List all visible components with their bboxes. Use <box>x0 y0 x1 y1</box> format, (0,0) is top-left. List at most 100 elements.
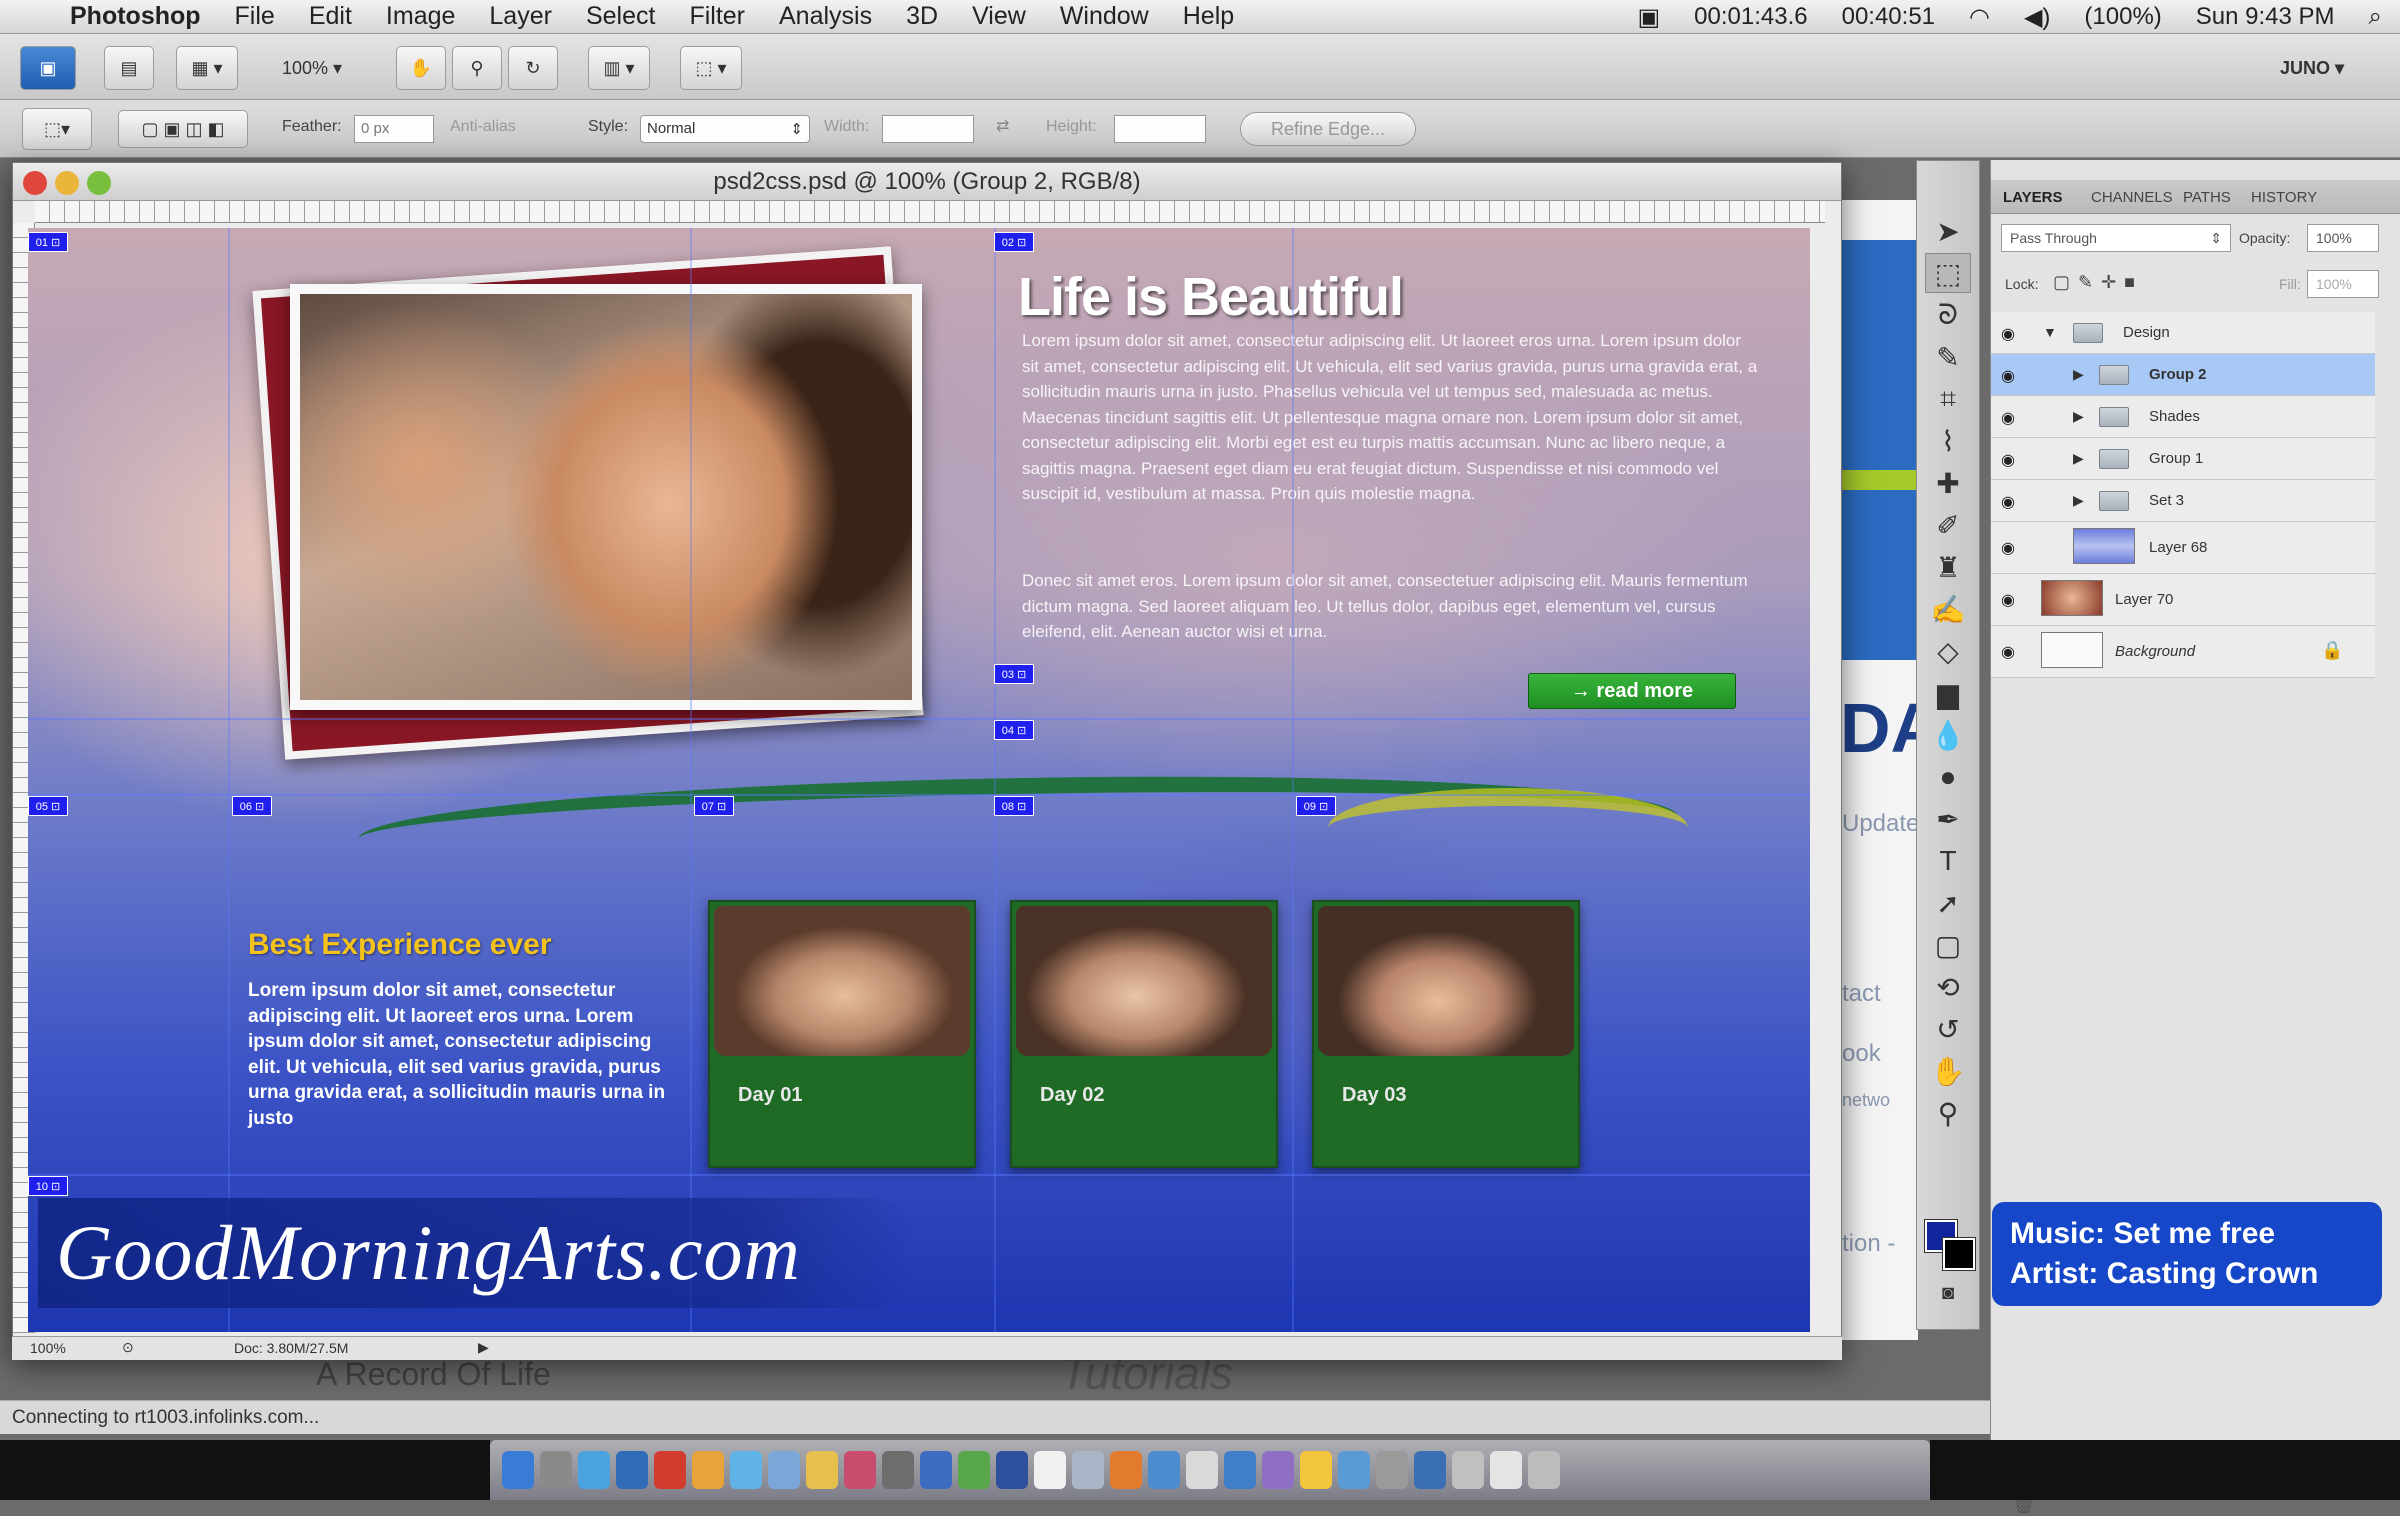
eraser-tool-icon[interactable]: ◇ <box>1925 631 1971 671</box>
slice-badge[interactable]: 09 ⊡ <box>1296 796 1336 816</box>
clone-stamp-tool-icon[interactable]: ♜ <box>1925 547 1971 587</box>
menu-analysis[interactable]: Analysis <box>779 2 872 31</box>
layer-row[interactable]: ◉ ▶ Group 2 <box>1991 354 2375 396</box>
width-input[interactable] <box>882 115 974 143</box>
slice-badge[interactable]: 04 ⊡ <box>994 720 1034 740</box>
dock-finder-icon[interactable] <box>502 1451 534 1489</box>
visibility-eye-icon[interactable]: ◉ <box>2001 590 2015 610</box>
layer-row[interactable]: ◉ Layer 70 <box>1991 574 2375 626</box>
dock-app-icon[interactable] <box>844 1451 876 1489</box>
dock-app-icon[interactable] <box>654 1451 686 1489</box>
menu-filter[interactable]: Filter <box>689 2 745 31</box>
dock-app-icon[interactable] <box>1414 1451 1446 1489</box>
layer-row[interactable]: ◉ Layer 68 <box>1991 522 2375 574</box>
bridge-icon[interactable]: ▤ <box>104 46 154 90</box>
wifi-icon[interactable]: ◠ <box>1969 3 1990 32</box>
spotlight-search-icon[interactable]: ⌕ <box>2369 3 2382 31</box>
workspace-switcher[interactable]: JUNO ▾ <box>2262 46 2362 90</box>
dock-system-prefs-icon[interactable] <box>540 1451 572 1489</box>
day-card[interactable]: Day 01 <box>708 900 976 1168</box>
dock-app-icon[interactable] <box>1224 1451 1256 1489</box>
tab-paths[interactable]: PATHS <box>2183 189 2231 206</box>
menu-window[interactable]: Window <box>1060 2 1149 31</box>
canvas[interactable]: Life is Beautiful Lorem ipsum dolor sit … <box>28 228 1810 1332</box>
3d-orbit-tool-icon[interactable]: ↺ <box>1925 1009 1971 1049</box>
menu-select[interactable]: Select <box>586 2 655 31</box>
zoom-tool-icon[interactable]: ⚲ <box>452 46 502 90</box>
expand-arrow-icon[interactable]: ▶ <box>2073 408 2084 425</box>
clock[interactable]: Sun 9:43 PM <box>2196 3 2335 31</box>
refine-edge-button[interactable]: Refine Edge... <box>1240 112 1416 146</box>
marquee-tool-icon[interactable]: ⬚ <box>1925 253 1971 293</box>
minimize-window-icon[interactable] <box>55 171 79 195</box>
status-info-icon[interactable]: ⊙ <box>122 1339 134 1356</box>
slice-badge[interactable]: 10 ⊡ <box>28 1176 68 1196</box>
swap-icon[interactable]: ⇄ <box>996 116 1009 136</box>
move-tool-icon[interactable]: ➤ <box>1925 211 1971 251</box>
expand-arrow-icon[interactable]: ▶ <box>2073 366 2084 383</box>
visibility-eye-icon[interactable]: ◉ <box>2001 450 2015 470</box>
marquee-tool-preset-icon[interactable]: ⬚▾ <box>22 108 92 150</box>
healing-brush-tool-icon[interactable]: ✚ <box>1925 463 1971 503</box>
style-select[interactable]: Normal ⇕ <box>640 115 810 143</box>
menu-file[interactable]: File <box>235 2 275 31</box>
3d-rotate-tool-icon[interactable]: ⟲ <box>1925 967 1971 1007</box>
quick-selection-tool-icon[interactable]: ✎ <box>1925 337 1971 377</box>
layer-row[interactable]: ◉ ▶ Set 3 <box>1991 480 2375 522</box>
dock-app-icon[interactable] <box>806 1451 838 1489</box>
visibility-eye-icon[interactable]: ◉ <box>2001 492 2015 512</box>
dock-app-icon[interactable] <box>692 1451 724 1489</box>
dock-photoshop-icon[interactable] <box>996 1451 1028 1489</box>
pen-tool-icon[interactable]: ✒ <box>1925 799 1971 839</box>
history-brush-tool-icon[interactable]: ✍ <box>1925 589 1971 629</box>
dock-app-icon[interactable] <box>1110 1451 1142 1489</box>
guide-line[interactable] <box>228 228 230 1332</box>
status-menu-arrow-icon[interactable]: ▶ <box>478 1339 489 1356</box>
tab-layers[interactable]: LAYERS <box>2003 189 2062 206</box>
layer-row[interactable]: ◉ Background 🔒 <box>1991 626 2375 678</box>
dock-app-icon[interactable] <box>730 1451 762 1489</box>
visibility-eye-icon[interactable]: ◉ <box>2001 324 2015 344</box>
day-card[interactable]: Day 03 <box>1312 900 1580 1168</box>
tab-channels[interactable]: CHANNELS <box>2091 189 2173 206</box>
dock-app-icon[interactable] <box>1034 1451 1066 1489</box>
visibility-eye-icon[interactable]: ◉ <box>2001 408 2015 428</box>
lasso-tool-icon[interactable]: ᘐ <box>1925 295 1971 335</box>
dock-app-icon[interactable] <box>1262 1451 1294 1489</box>
slice-badge[interactable]: 02 ⊡ <box>994 232 1034 252</box>
layer-row[interactable]: ◉ ▶ Shades <box>1991 396 2375 438</box>
tab-history[interactable]: HISTORY <box>2251 189 2317 206</box>
dodge-tool-icon[interactable]: ● <box>1925 757 1971 797</box>
horizontal-ruler[interactable] <box>35 201 1825 223</box>
zoom-window-icon[interactable] <box>87 171 111 195</box>
day-card[interactable]: Day 02 <box>1010 900 1278 1168</box>
expand-arrow-icon[interactable]: ▶ <box>2073 450 2084 467</box>
guide-line[interactable] <box>690 228 692 1332</box>
dock-app-icon[interactable] <box>1376 1451 1408 1489</box>
zoom-tool-icon[interactable]: ⚲ <box>1925 1093 1971 1133</box>
volume-icon[interactable]: ◀) <box>2024 3 2050 32</box>
type-tool-icon[interactable]: T <box>1925 841 1971 881</box>
crop-tool-icon[interactable]: ⌗ <box>1925 379 1971 419</box>
ps-logo-icon[interactable]: ▣ <box>20 46 76 90</box>
menu-image[interactable]: Image <box>386 2 455 31</box>
dock-app-icon[interactable] <box>882 1451 914 1489</box>
menu-edit[interactable]: Edit <box>309 2 352 31</box>
selection-mode-icons[interactable]: ▢ ▣ ◫ ◧ <box>118 110 248 148</box>
guide-line[interactable] <box>28 718 1810 720</box>
shape-tool-icon[interactable]: ▢ <box>1925 925 1971 965</box>
opacity-input[interactable]: 100% <box>2307 224 2379 252</box>
dock-app-icon[interactable] <box>1338 1451 1370 1489</box>
dock-documents-icon[interactable] <box>1490 1451 1522 1489</box>
guide-line[interactable] <box>28 1174 1810 1176</box>
dock-app-icon[interactable] <box>1186 1451 1218 1489</box>
eyedropper-tool-icon[interactable]: ⌇ <box>1925 421 1971 461</box>
rotate-view-icon[interactable]: ↻ <box>508 46 558 90</box>
collapse-arrow-icon[interactable]: ▼ <box>2043 324 2057 340</box>
gradient-tool-icon[interactable]: ▆ <box>1925 673 1971 713</box>
hand-tool-icon[interactable]: ✋ <box>1925 1051 1971 1091</box>
status-zoom[interactable]: 100% <box>30 1340 66 1356</box>
guide-line[interactable] <box>28 794 1810 796</box>
layer-row[interactable]: ◉ ▶ Group 1 <box>1991 438 2375 480</box>
close-window-icon[interactable] <box>23 171 47 195</box>
